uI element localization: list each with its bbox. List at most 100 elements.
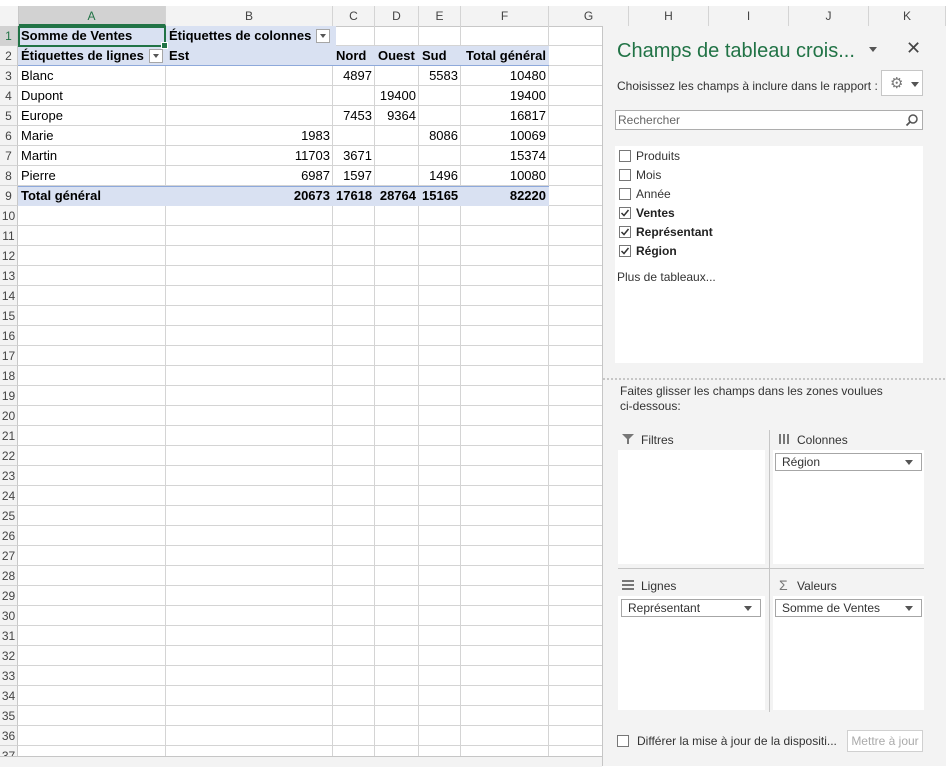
pivot-row-label[interactable]: Europe [18,106,166,126]
search-icon[interactable] [905,113,919,127]
row-labels-filter-button[interactable] [149,49,163,63]
pane-options-chevron-icon[interactable] [869,47,877,52]
field-checkbox[interactable] [619,245,631,257]
values-zone-item-somme-ventes[interactable]: Somme de Ventes [775,599,922,617]
column-header-e[interactable]: E [419,6,461,26]
row-header[interactable]: 34 [0,686,18,706]
column-header-f[interactable]: F [461,6,549,26]
pivot-row-label[interactable]: Blanc [18,66,166,86]
pivot-cell[interactable]: 16817 [461,106,549,126]
row-header[interactable]: 16 [0,326,18,346]
row-header[interactable]: 13 [0,266,18,286]
pivot-total-est[interactable]: 20673 [166,186,333,206]
column-header-a[interactable]: A [18,6,166,26]
row-header[interactable]: 15 [0,306,18,326]
pivot-cell[interactable]: 8086 [419,126,461,146]
pivot-total-nord[interactable]: 17618 [333,186,375,206]
column-header-h[interactable]: H [629,6,709,26]
pivot-cell[interactable] [375,66,419,86]
row-header[interactable]: 7 [0,146,18,166]
row-header[interactable]: 33 [0,666,18,686]
pivot-cell[interactable] [166,66,333,86]
tools-button[interactable]: ⚙ [881,70,923,96]
pivot-header-ouest[interactable]: Ouest [375,46,419,66]
pivot-cell[interactable]: 7453 [333,106,375,126]
pivot-cell[interactable]: 15374 [461,146,549,166]
pivot-cell[interactable] [166,106,333,126]
pivot-cell[interactable]: 10480 [461,66,549,86]
row-header[interactable]: 12 [0,246,18,266]
pivot-cell[interactable]: 9364 [375,106,419,126]
field-checkbox[interactable] [619,169,631,181]
field-checkbox[interactable] [619,150,631,162]
column-header-j[interactable]: J [789,6,869,26]
column-header-k[interactable]: K [869,6,946,26]
close-icon[interactable]: ✕ [906,38,921,59]
row-header[interactable]: 9 [0,186,18,206]
pivot-total-grand[interactable]: 82220 [461,186,549,206]
row-header[interactable]: 35 [0,706,18,726]
pivot-cell[interactable]: 3671 [333,146,375,166]
row-header[interactable]: 31 [0,626,18,646]
pivot-cell[interactable]: 5583 [419,66,461,86]
column-header-c[interactable]: C [333,6,375,26]
column-header-i[interactable]: I [709,6,789,26]
row-header[interactable]: 17 [0,346,18,366]
row-header[interactable]: 18 [0,366,18,386]
pivot-cell[interactable]: 6987 [166,166,333,186]
row-header[interactable]: 28 [0,566,18,586]
row-header[interactable]: 29 [0,586,18,606]
row-header[interactable]: 6 [0,126,18,146]
columns-zone-item-region[interactable]: Région [775,453,922,471]
row-header[interactable]: 32 [0,646,18,666]
more-tables-link[interactable]: Plus de tableaux... [617,270,716,284]
pivot-row-label[interactable]: Martin [18,146,166,166]
column-header-g[interactable]: G [549,6,629,26]
row-header[interactable]: 30 [0,606,18,626]
columns-zone[interactable]: Région [773,450,924,564]
pivot-row-labels[interactable]: Étiquettes de lignes [18,46,148,66]
pivot-header-nord[interactable]: Nord [333,46,375,66]
pivot-column-labels[interactable]: Étiquettes de colonnes [166,26,316,46]
row-header[interactable]: 2 [0,46,18,66]
pivot-cell[interactable] [419,86,461,106]
pivot-cell[interactable] [375,166,419,186]
field-checkbox[interactable] [619,207,631,219]
row-header[interactable]: 21 [0,426,18,446]
sheet-tab-bar[interactable] [0,756,602,767]
search-input[interactable]: Rechercher [615,110,923,130]
pivot-cell[interactable]: 10069 [461,126,549,146]
pivot-row-label[interactable]: Marie [18,126,166,146]
row-header[interactable]: 22 [0,446,18,466]
row-header[interactable]: 1 [0,26,18,46]
pivot-total-label[interactable]: Total général [18,186,166,206]
row-header[interactable]: 4 [0,86,18,106]
column-labels-filter-button[interactable] [316,29,330,43]
filters-zone[interactable] [618,450,765,564]
pivot-total-sud[interactable]: 15165 [419,186,461,206]
pane-splitter[interactable] [603,378,946,380]
select-all-corner[interactable] [0,6,19,27]
rows-zone-item-representant[interactable]: Représentant [621,599,761,617]
field-checkbox[interactable] [619,226,631,238]
field-checkbox[interactable] [619,188,631,200]
row-header[interactable]: 10 [0,206,18,226]
pivot-cell[interactable] [375,126,419,146]
pivot-cell[interactable] [419,146,461,166]
row-header[interactable]: 24 [0,486,18,506]
pivot-total-ouest[interactable]: 28764 [375,186,419,206]
row-header[interactable]: 19 [0,386,18,406]
pivot-cell[interactable]: 10080 [461,166,549,186]
row-header[interactable]: 27 [0,546,18,566]
pivot-header-sud[interactable]: Sud [419,46,461,66]
pivot-cell[interactable] [419,106,461,126]
column-header-b[interactable]: B [166,6,333,26]
pivot-cell[interactable]: 19400 [375,86,419,106]
row-header[interactable]: 14 [0,286,18,306]
pivot-cell[interactable] [333,126,375,146]
pivot-header-est[interactable]: Est [166,46,333,66]
pivot-cell[interactable]: 1597 [333,166,375,186]
row-header[interactable]: 5 [0,106,18,126]
row-header[interactable]: 25 [0,506,18,526]
row-header[interactable]: 8 [0,166,18,186]
